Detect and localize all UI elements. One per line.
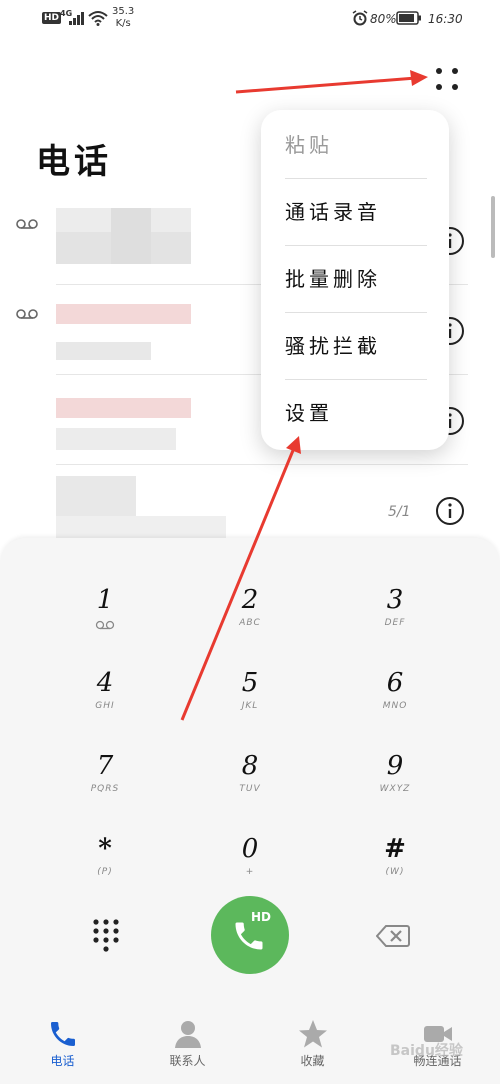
dot: [452, 84, 458, 90]
key-letters: PQRS: [90, 784, 120, 794]
key-digit: 1: [96, 585, 114, 615]
key-letters: ABC: [239, 618, 261, 628]
key-digit: 8: [241, 751, 259, 781]
key-letters: DEF: [384, 618, 406, 628]
key-letters: JKL: [241, 701, 259, 711]
speed-unit: K/s: [115, 18, 131, 29]
key-digit: 6: [386, 668, 404, 698]
arrow-to-menu-button: [235, 76, 417, 94]
signal-icon: [69, 12, 84, 25]
dial-key-8[interactable]: 8 TUV: [190, 750, 310, 820]
voicemail-icon: [95, 620, 115, 630]
key-letters: WXYZ: [379, 784, 411, 794]
dial-key-star[interactable]: * (P): [45, 833, 165, 903]
call-button[interactable]: HD: [211, 896, 289, 974]
status-bar: HD 4G 35.3 K/s 80% 16:30: [0, 0, 500, 40]
more-options-button[interactable]: [432, 64, 462, 94]
key-letters: MNO: [382, 701, 408, 711]
hd-indicator: HD: [42, 12, 62, 24]
network-speed: 35.3 K/s: [112, 6, 134, 30]
voicemail-icon: [16, 309, 38, 319]
watermark: Baidu经验: [390, 1043, 463, 1059]
nav-phone[interactable]: 电话: [0, 1008, 125, 1084]
dot: [436, 84, 442, 90]
info-icon[interactable]: [435, 496, 465, 526]
key-digit: 7: [96, 751, 114, 781]
dial-key-9[interactable]: 9 WXYZ: [335, 750, 455, 820]
overflow-menu: 粘贴 通话录音 批量删除 骚扰拦截 设置: [261, 110, 449, 450]
call-date: 5/1: [388, 504, 411, 520]
battery-percent: 80%: [370, 12, 397, 26]
menu-item-call-recording[interactable]: 通话录音: [285, 179, 427, 245]
page-title: 电话: [36, 142, 112, 182]
dot: [436, 68, 442, 74]
nav-contacts[interactable]: 联系人: [125, 1008, 250, 1084]
phone-icon: [50, 1022, 75, 1046]
nav-favorites[interactable]: 收藏: [250, 1008, 375, 1084]
nav-label: 电话: [50, 1054, 75, 1068]
menu-item-paste[interactable]: 粘贴: [285, 112, 427, 178]
key-letters: GHI: [95, 701, 115, 711]
alarm-icon: [352, 10, 368, 26]
menu-item-harassment-block[interactable]: 骚扰拦截: [285, 313, 427, 379]
key-letters: (W): [385, 867, 405, 877]
dial-key-2[interactable]: 2 ABC: [190, 584, 310, 654]
key-digit: 3: [386, 585, 404, 615]
hd-badge: HD: [251, 910, 272, 924]
key-letters: +: [245, 867, 255, 877]
battery-icon: [396, 11, 421, 25]
key-letters: TUV: [239, 784, 261, 794]
arrowhead: [410, 70, 428, 86]
menu-item-settings[interactable]: 设置: [285, 380, 427, 446]
wifi-icon: [88, 11, 108, 26]
nav-label: 收藏: [300, 1054, 325, 1068]
keypad-toggle-icon[interactable]: [92, 918, 120, 952]
key-digit: 0: [241, 834, 259, 864]
dot: [452, 68, 458, 74]
divider: [56, 464, 468, 465]
key-digit: 2: [241, 585, 259, 615]
dial-key-6[interactable]: 6 MNO: [335, 667, 455, 737]
voicemail-icon: [16, 219, 38, 229]
menu-item-batch-delete[interactable]: 批量删除: [285, 246, 427, 312]
dial-key-hash[interactable]: # (W): [335, 833, 455, 903]
backspace-icon[interactable]: [376, 924, 410, 948]
scrollbar[interactable]: [491, 196, 495, 258]
key-digit: 5: [241, 668, 259, 698]
dial-key-4[interactable]: 4 GHI: [45, 667, 165, 737]
dial-key-1[interactable]: 1: [45, 584, 165, 654]
clock: 16:30: [428, 12, 463, 26]
key-digit: *: [98, 834, 112, 864]
dial-key-7[interactable]: 7 PQRS: [45, 750, 165, 820]
key-digit: #: [384, 834, 406, 864]
speed-value: 35.3: [112, 6, 135, 17]
dial-key-3[interactable]: 3 DEF: [335, 584, 455, 654]
dial-key-0[interactable]: 0 +: [190, 833, 310, 903]
key-digit: 4: [96, 668, 114, 698]
nav-label: 联系人: [169, 1054, 206, 1068]
key-letters: (P): [97, 867, 113, 877]
person-icon: [174, 1021, 201, 1048]
star-icon: [298, 1020, 327, 1048]
dial-key-5[interactable]: 5 JKL: [190, 667, 310, 737]
key-digit: 9: [386, 751, 404, 781]
